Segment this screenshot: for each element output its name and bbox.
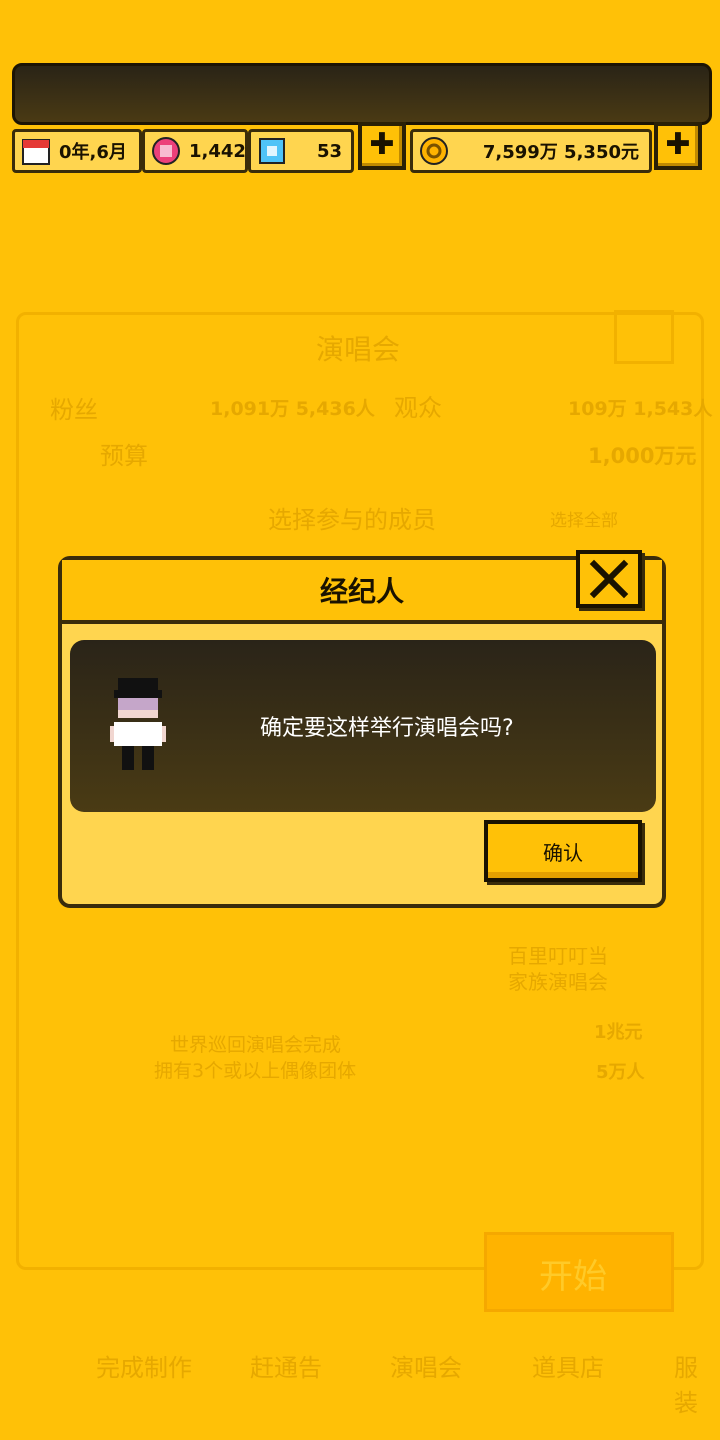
date-display: 0年,6月 (12, 129, 142, 173)
tab-finish-production[interactable]: 完成制作 (96, 1348, 192, 1383)
money-display: 7,599万 5,350元 (410, 129, 652, 173)
concert-cost: 1兆元 (594, 1022, 643, 1043)
audience-value: 109万 1,543人 (568, 398, 713, 420)
tab-schedule[interactable]: 赶通告 (250, 1348, 322, 1383)
dialog-title: 经纪人 (319, 575, 404, 608)
fans-label: 粉丝 (50, 396, 98, 424)
budget-value: 1,000万元 (588, 444, 697, 468)
diamond-icon (257, 136, 287, 166)
concert-name-1: 百里叮叮当 (508, 944, 608, 968)
audience-label: 观众 (394, 394, 442, 422)
diamonds-display: 53 (248, 129, 354, 173)
tab-concert[interactable]: 演唱会 (390, 1348, 462, 1383)
start-label: 开始 (539, 1257, 607, 1297)
top-banner (12, 63, 712, 125)
pink-gem-icon (151, 136, 181, 166)
locked-line-1: 世界巡回演唱会完成 (170, 1034, 342, 1056)
select-all-toggle[interactable]: 选择全部 (550, 506, 618, 531)
budget-label: 预算 (100, 442, 148, 470)
tab-item-shop[interactable]: 道具店 (532, 1348, 604, 1383)
dialog-message: 确定要这样举行演唱会吗? (260, 716, 514, 741)
diamonds-count: 53 (317, 140, 343, 162)
gems-display: 1,442 (142, 129, 248, 173)
money-amount: 7,599万 5,350元 (482, 142, 639, 163)
fans-value: 1,091万 5,436人 (210, 398, 375, 420)
locked-line-2: 拥有3个或以上偶像团体 (154, 1060, 357, 1082)
close-button[interactable] (576, 550, 642, 608)
calendar-icon (21, 136, 51, 166)
start-button[interactable]: 开始 (484, 1232, 674, 1312)
tab-costume[interactable]: 服装 (674, 1348, 720, 1418)
plus-icon: ✚ (369, 127, 395, 162)
add-money-button[interactable]: ✚ (654, 122, 702, 170)
dialog-header: 经纪人 (62, 560, 662, 624)
date-text: 0年,6月 (59, 142, 127, 163)
select-members-label: 选择参与的成员 (268, 506, 436, 534)
confirm-button[interactable]: 确认 (484, 820, 642, 882)
concert-name-2: 家族演唱会 (508, 970, 608, 994)
concert-audience: 5万人 (596, 1062, 645, 1083)
panel-close-icon[interactable] (614, 310, 674, 364)
plus-icon: ✚ (665, 127, 691, 162)
close-icon (589, 559, 629, 599)
manager-avatar-icon (106, 678, 170, 778)
gems-count: 1,442 (189, 140, 246, 162)
confirm-label: 确认 (543, 840, 583, 865)
coin-icon (419, 136, 449, 166)
panel-title: 演唱会 (316, 333, 401, 366)
add-diamonds-button[interactable]: ✚ (358, 122, 406, 170)
